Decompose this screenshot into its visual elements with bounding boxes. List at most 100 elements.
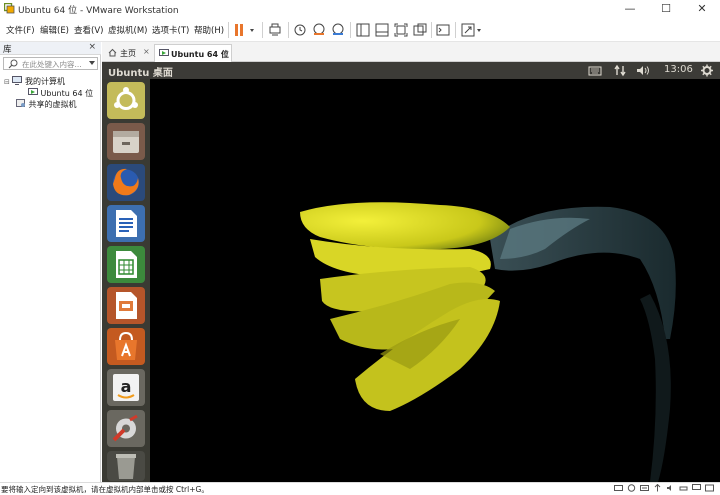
unity-button[interactable] — [411, 21, 429, 39]
launcher-firefox[interactable] — [107, 164, 145, 201]
maximize-button[interactable]: ☐ — [648, 0, 684, 18]
library-close-button[interactable]: × — [88, 42, 96, 52]
menu-tabs[interactable]: 选项卡(T) — [152, 24, 189, 36]
launcher-system-settings[interactable] — [107, 410, 145, 447]
tab-home-close-button[interactable]: × — [143, 47, 150, 56]
unity-icon — [413, 23, 427, 36]
fullscreen-button[interactable] — [392, 21, 410, 39]
search-placeholder: 在此处键入内容... — [22, 60, 82, 69]
collapse-icon[interactable]: ⊟ — [4, 78, 10, 86]
vmware-app-icon — [4, 3, 15, 14]
impress-icon — [116, 292, 137, 319]
menu-help[interactable]: 帮助(H) — [194, 24, 224, 36]
system-settings-icon — [112, 414, 138, 442]
launcher-software-center[interactable] — [107, 328, 145, 365]
stretch-button[interactable] — [459, 21, 485, 39]
menu-file[interactable]: 文件(F) — [6, 24, 35, 36]
volume-icon[interactable] — [636, 64, 650, 77]
show-library-button[interactable] — [354, 21, 372, 39]
menu-toolbar: 文件(F) 编辑(E) 查看(V) 虚拟机(M) 选项卡(T) 帮助(H) — [0, 18, 720, 42]
launcher-calc[interactable] — [107, 246, 145, 283]
usb-icon[interactable] — [653, 484, 662, 492]
search-icon — [8, 59, 18, 69]
pause-icon — [235, 24, 254, 36]
hard-disk-icon[interactable] — [614, 484, 623, 492]
thumbnail-button[interactable] — [373, 21, 391, 39]
revert-snapshot-icon — [313, 23, 325, 35]
tree-item-my-computer[interactable]: ⊟ 我的计算机 — [4, 76, 65, 87]
writer-icon — [116, 210, 137, 237]
thumbnail-icon — [375, 23, 389, 37]
tree-label-my-computer: 我的计算机 — [24, 77, 65, 86]
software-center-icon — [115, 331, 137, 360]
launcher-files[interactable] — [107, 123, 145, 160]
network-icon[interactable] — [613, 64, 627, 77]
printer-icon[interactable] — [679, 484, 688, 492]
ubuntu-top-panel: Ubuntu 桌面 13:06 — [102, 62, 720, 79]
vm-running-icon — [28, 88, 38, 95]
library-panel: 库 × 在此处键入内容... ⊟ 我的计算机 Ubuntu 64 位 共享的虚拟… — [0, 42, 101, 482]
tab-ubuntu-label: Ubuntu 64 位 — [171, 50, 229, 59]
message-log-icon[interactable] — [705, 484, 714, 492]
launcher-amazon[interactable]: a — [107, 369, 145, 406]
tab-home[interactable]: 主页 × — [104, 44, 152, 62]
vmware-window: Ubuntu 64 位 - VMware Workstation — ☐ ✕ 文… — [0, 0, 720, 494]
launcher-trash[interactable] — [107, 451, 145, 481]
display-icon[interactable] — [692, 484, 701, 492]
snapshot-icon — [294, 24, 306, 36]
keyboard-icon[interactable] — [588, 64, 602, 77]
status-message: 要将输入定向到该虚拟机，请在虚拟机内部单击或按 Ctrl+G。 — [1, 485, 209, 494]
revert-snapshot-button[interactable] — [310, 21, 328, 39]
toolbar-separator — [228, 22, 229, 38]
fullscreen-icon — [394, 23, 408, 37]
amazon-icon: a — [113, 374, 139, 401]
tab-home-label: 主页 — [120, 49, 136, 58]
vm-running-icon — [159, 49, 169, 56]
send-ctrl-alt-del-icon — [269, 23, 281, 36]
sound-icon[interactable] — [666, 484, 675, 492]
cd-dvd-icon[interactable] — [627, 484, 636, 492]
network-adapter-icon[interactable] — [640, 484, 649, 492]
tab-ubuntu[interactable]: Ubuntu 64 位 × — [154, 44, 232, 62]
chevron-down-icon[interactable] — [89, 61, 95, 65]
window-title: Ubuntu 64 位 - VMware Workstation — [18, 6, 179, 16]
toolbar-separator — [431, 22, 432, 38]
send-ctrl-alt-del-button[interactable] — [266, 21, 284, 39]
menu-vm[interactable]: 虚拟机(M) — [108, 24, 147, 36]
gear-icon[interactable] — [700, 64, 714, 77]
close-button[interactable]: ✕ — [684, 0, 720, 18]
stretch-icon — [461, 23, 481, 37]
tree-label-ubuntu-vm: Ubuntu 64 位 — [40, 89, 94, 98]
tab-ubuntu-close-button[interactable]: × — [222, 48, 229, 57]
snapshot-manager-button[interactable] — [329, 21, 347, 39]
vm-display[interactable]: Ubuntu 桌面 13:06 a — [102, 62, 720, 482]
library-header: 库 × — [0, 42, 101, 55]
tree-item-shared-vms[interactable]: 共享的虚拟机 — [16, 99, 77, 110]
ubuntu-dash-icon — [114, 87, 138, 110]
ubuntu-launcher: a — [102, 79, 150, 482]
tree-item-ubuntu-vm[interactable]: Ubuntu 64 位 — [28, 88, 93, 99]
console-icon — [436, 24, 450, 36]
launcher-writer[interactable] — [107, 205, 145, 242]
toolbar-separator — [350, 22, 351, 38]
minimize-button[interactable]: — — [612, 0, 648, 18]
title-bar: Ubuntu 64 位 - VMware Workstation — ☐ ✕ — [0, 0, 720, 18]
firefox-icon — [113, 168, 139, 196]
wallpaper-daffodil — [150, 79, 720, 482]
ubuntu-panel-title: Ubuntu 桌面 — [108, 68, 173, 79]
pause-button[interactable] — [232, 21, 258, 39]
launcher-ubuntu-dash[interactable] — [107, 82, 145, 119]
console-button[interactable] — [434, 21, 452, 39]
menu-view[interactable]: 查看(V) — [74, 24, 103, 36]
launcher-impress[interactable] — [107, 287, 145, 324]
tree-label-shared-vms: 共享的虚拟机 — [28, 100, 77, 109]
tab-bar: 主页 × Ubuntu 64 位 × — [102, 42, 720, 62]
snapshot-button[interactable] — [291, 21, 309, 39]
ubuntu-clock[interactable]: 13:06 — [664, 64, 693, 75]
menu-edit[interactable]: 编辑(E) — [40, 24, 69, 36]
trash-icon — [116, 454, 136, 479]
library-search-input[interactable]: 在此处键入内容... — [3, 57, 98, 70]
home-icon — [108, 48, 117, 57]
toolbar-separator — [288, 22, 289, 38]
snapshot-manager-icon — [332, 23, 344, 35]
